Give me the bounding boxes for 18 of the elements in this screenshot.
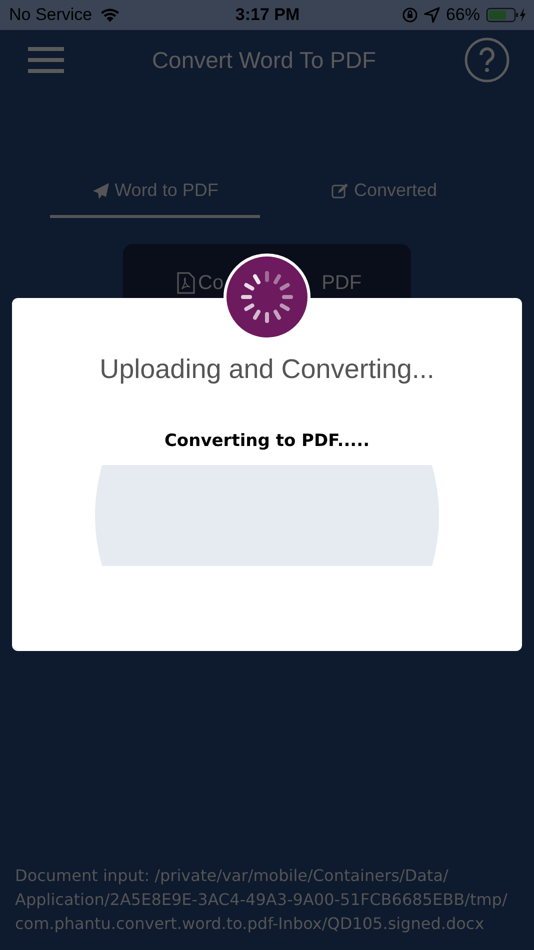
app-title: Convert Word To PDF (152, 46, 376, 74)
location-icon (424, 7, 440, 23)
clock-time: 3:17 PM (235, 5, 300, 25)
paper-plane-icon (92, 182, 110, 200)
edit-icon (330, 182, 349, 200)
battery-percent: 66% (446, 5, 480, 25)
help-icon[interactable] (464, 37, 510, 83)
rotation-lock-icon (402, 7, 418, 23)
dialog-title: Uploading and Converting... (100, 354, 434, 385)
tab[interactable]: Converted (284, 172, 484, 218)
battery-charging-icon (486, 7, 526, 23)
carrier-label: No Service (9, 5, 92, 25)
wifi-icon (100, 8, 120, 22)
dialog-message: Converting to PDF..... (164, 431, 370, 451)
document-path-text: Document input: /private/var/mobile/Containers/Data/Application/2A5E8E9E-3AC4-49A3-9A00-51FCB6685EBB/tmp/com.phantu.convert.word.to.pdf-Inbox/QD105.signed.docx (14, 865, 508, 935)
pdf-file-icon (177, 272, 195, 294)
tab[interactable]: Word to PDF (50, 172, 260, 218)
menu-icon[interactable] (28, 47, 64, 73)
